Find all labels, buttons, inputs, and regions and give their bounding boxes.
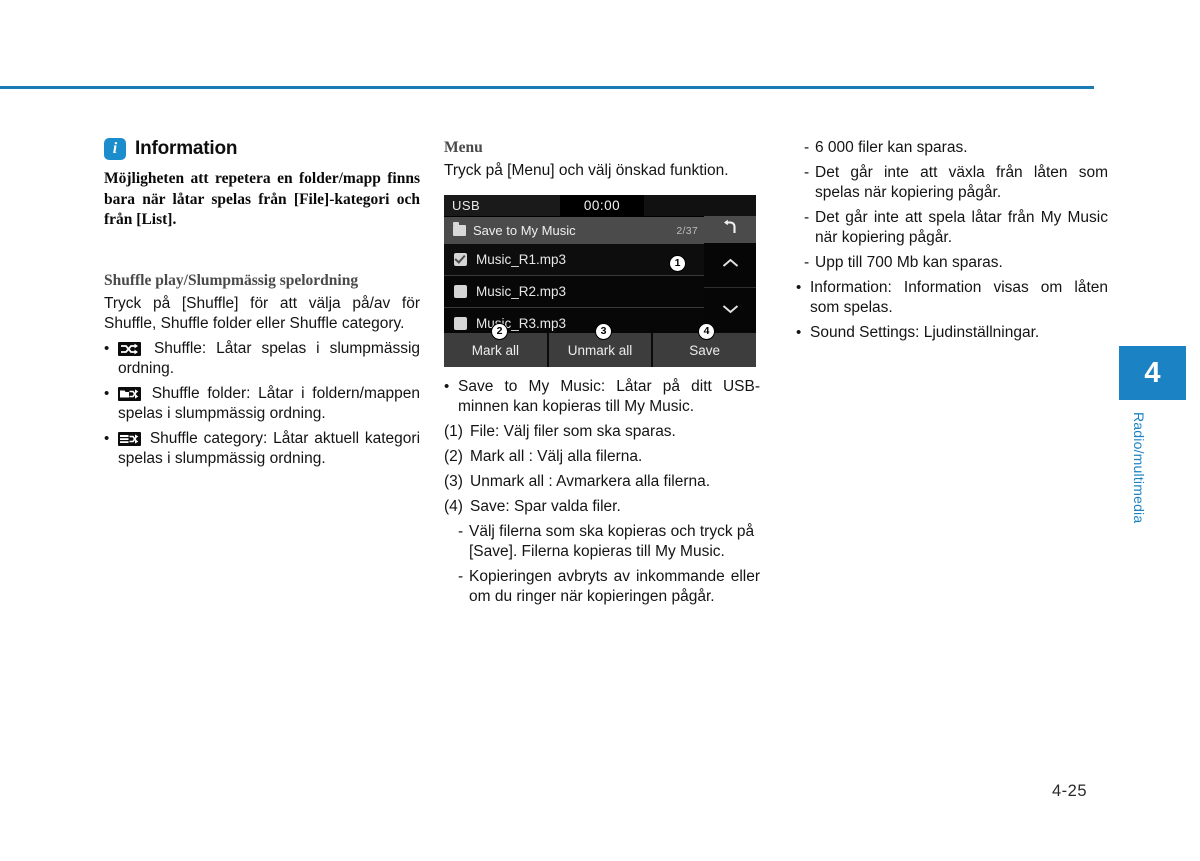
bullet-marker: •	[104, 384, 110, 402]
dash-marker: -	[804, 209, 810, 226]
shuffle-icon	[118, 341, 141, 356]
list-item: - Välj filerna som ska kopieras och tryc…	[444, 522, 760, 562]
dash-marker: -	[804, 254, 810, 271]
shuffle-category-icon	[118, 431, 141, 446]
back-button[interactable]	[704, 216, 756, 243]
list-item: - Kopieringen avbryts av inkommande elle…	[444, 567, 760, 607]
list-item: - Det går inte att spela låtar från My M…	[796, 208, 1108, 248]
list-item-label: Information: Information visas om låten …	[810, 279, 1108, 316]
list-item-label: Save to My Music: Låtar på ditt USB-minn…	[458, 378, 760, 415]
list-item-label: Sound Settings: Ljudinställningar.	[810, 324, 1040, 341]
head-unit-status-bar: USB 00:00	[444, 195, 756, 217]
callout-4: 4	[698, 323, 715, 340]
list-item: (3) Unmark all : Avmarkera alla filerna.	[444, 472, 760, 492]
list-item-number: (3)	[444, 473, 463, 490]
list-item-label: Shuffle category: Låtar aktuell kategori…	[118, 429, 421, 467]
page-number: 4-25	[1052, 782, 1088, 800]
dash-marker: -	[458, 568, 464, 585]
file-name: Music_R2.mp3	[476, 284, 567, 299]
list-item-label: Kopieringen avbryts av inkommande eller …	[469, 568, 760, 605]
chapter-label: Radio/multimedia	[1131, 412, 1147, 524]
list-item-label: Shuffle: Låtar spelas i slumpmässig ordn…	[118, 339, 421, 377]
clock-display: 00:00	[560, 195, 644, 216]
checkbox-unchecked[interactable]	[454, 317, 467, 330]
dash-marker: -	[804, 139, 810, 156]
list-item-label: Mark all : Välj alla filerna.	[470, 448, 643, 465]
list-item-number: (1)	[444, 423, 463, 440]
shuffle-folder-icon	[118, 386, 141, 401]
middle-column: Menu Tryck på [Menu] och välj önskad fun…	[444, 138, 760, 607]
list-title: Save to My Music	[473, 223, 576, 238]
information-body: Möjligheten att repetera en folder/mapp …	[104, 170, 420, 228]
bullet-marker: •	[104, 339, 110, 357]
chevron-up-icon	[722, 256, 739, 274]
table-row[interactable]: Music_R2.mp3	[444, 276, 704, 308]
folder-icon	[453, 222, 466, 236]
list-item-label: Det går inte att växla från låten som sp…	[815, 164, 1108, 201]
bullet-marker: •	[796, 324, 802, 341]
header-rule	[0, 86, 1094, 89]
checkbox-checked[interactable]	[454, 253, 467, 266]
list-item-number: (2)	[444, 448, 463, 465]
shuffle-play-heading: Shuffle play/Slumpmässig spelordning	[104, 271, 359, 289]
list-item-label: Välj filerna som ska kopieras och tryck …	[469, 523, 755, 560]
list-item: • Shuffle: Låtar spelas i slumpmässig or…	[104, 339, 420, 379]
table-row[interactable]: Music_R1.mp3	[444, 244, 704, 276]
list-item: (4) Save: Spar valda filer.	[444, 497, 760, 517]
list-item-label: 6 000 filer kan sparas.	[815, 139, 968, 156]
list-title-bar: Save to My Music 2/37	[444, 217, 704, 244]
callout-1: 1	[669, 255, 686, 272]
checkbox-unchecked[interactable]	[454, 285, 467, 298]
information-heading: i Information	[104, 138, 420, 160]
menu-heading: Menu	[444, 139, 483, 156]
dash-marker: -	[804, 164, 810, 181]
list-item: • Save to My Music: Låtar på ditt USB-mi…	[444, 377, 760, 417]
scroll-up-button[interactable]	[704, 243, 756, 288]
list-item-number: (4)	[444, 498, 463, 515]
list-item-label: Upp till 700 Mb kan sparas.	[815, 254, 1003, 271]
list-item: • Shuffle folder: Låtar i foldern/mappen…	[104, 384, 420, 424]
chevron-down-icon	[722, 301, 739, 319]
list-item-label: Save: Spar valda filer.	[470, 498, 621, 515]
list-item-label: Unmark all : Avmarkera alla filerna.	[470, 473, 711, 490]
bullet-marker: •	[444, 378, 450, 395]
information-title: Information	[135, 138, 238, 159]
callout-3: 3	[595, 323, 612, 340]
chapter-number-tab: 4	[1119, 346, 1186, 400]
status-bar-filler	[644, 195, 756, 216]
file-name: Music_R3.mp3	[476, 316, 567, 331]
back-arrow-icon	[721, 219, 740, 241]
screen-side-controls	[704, 216, 756, 333]
shuffle-intro-paragraph: Tryck på [Shuffle] för att välja på/av f…	[104, 294, 420, 332]
file-name: Music_R1.mp3	[476, 252, 567, 267]
list-item: • Shuffle category: Låtar aktuell katego…	[104, 429, 420, 469]
list-item: - Upp till 700 Mb kan sparas.	[796, 253, 1108, 273]
list-item-label: Det går inte att spela låtar från My Mus…	[815, 209, 1108, 246]
menu-intro-paragraph: Tryck på [Menu] och välj önskad funktion…	[444, 162, 729, 179]
list-item: (1) File: Välj filer som ska sparas.	[444, 422, 760, 442]
callout-2: 2	[491, 323, 508, 340]
file-list: Music_R1.mp3 Music_R2.mp3 Music_R3.mp3	[444, 244, 704, 340]
list-item: • Sound Settings: Ljudinställningar.	[796, 323, 1108, 343]
list-item: • Information: Information visas om låte…	[796, 278, 1108, 318]
bullet-marker: •	[104, 429, 110, 447]
bullet-marker: •	[796, 279, 802, 296]
right-column: - 6 000 filer kan sparas. - Det går inte…	[796, 138, 1108, 343]
list-count: 2/37	[676, 224, 698, 237]
list-item-label: Shuffle folder: Låtar i foldern/mappen s…	[118, 384, 420, 422]
list-item: (2) Mark all : Välj alla filerna.	[444, 447, 760, 467]
left-column: i Information Möjligheten att repetera e…	[104, 138, 420, 469]
list-item: - Det går inte att växla från låten som …	[796, 163, 1108, 203]
head-unit-screen: USB 00:00 Save to My Music 2/37 Music_R1…	[444, 195, 756, 367]
list-item: - 6 000 filer kan sparas.	[796, 138, 1108, 158]
list-item-label: File: Välj filer som ska sparas.	[470, 423, 676, 440]
source-label: USB	[444, 195, 560, 216]
dash-marker: -	[458, 523, 464, 540]
info-icon: i	[104, 138, 126, 160]
